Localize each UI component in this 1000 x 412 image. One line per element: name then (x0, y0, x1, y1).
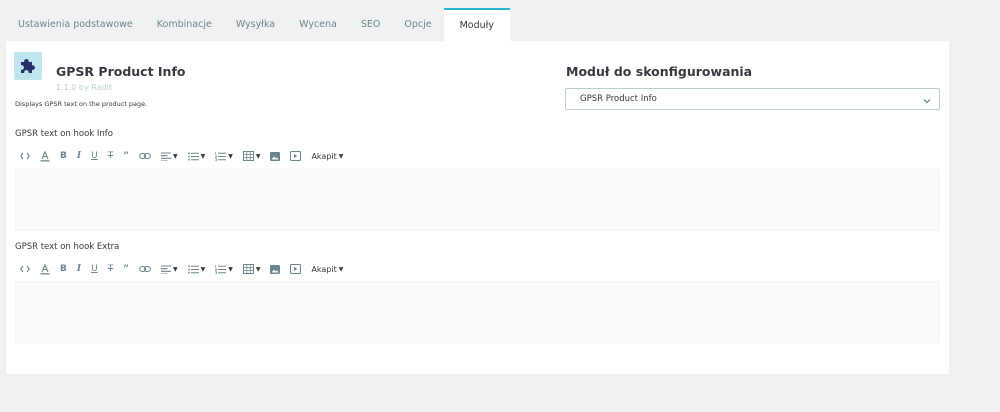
puzzle-icon (14, 52, 42, 80)
quote-icon[interactable]: ” (123, 261, 129, 277)
italic-icon[interactable]: I (77, 261, 81, 277)
tab-seo[interactable]: SEO (349, 8, 393, 41)
editor-info[interactable] (15, 168, 940, 231)
bold-icon[interactable]: B (60, 148, 67, 164)
link-icon[interactable] (139, 261, 151, 277)
table-icon[interactable]: ▼ (242, 261, 260, 277)
tab-shipping[interactable]: Wysyłka (224, 8, 287, 41)
bullet-list-icon[interactable]: ▼ (187, 261, 205, 277)
module-title: GPSR Product Info (56, 64, 186, 79)
media-icon[interactable] (290, 261, 302, 277)
strikethrough-icon[interactable]: T (108, 261, 114, 277)
image-icon[interactable] (270, 261, 281, 277)
module-description: Displays GPSR text on the product page. (15, 100, 148, 108)
editor-toolbar-info: B I U T ” ▼ ▼ ▼ ▼ Akapit ▼ (20, 148, 353, 164)
paragraph-format-label: Akapit (311, 151, 337, 161)
product-tabs: Ustawienia podstawowe Kombinacje Wysyłka… (6, 8, 510, 41)
tab-combinations[interactable]: Kombinacje (145, 8, 224, 41)
align-icon[interactable]: ▼ (160, 261, 178, 277)
tab-basic-settings[interactable]: Ustawienia podstawowe (6, 8, 145, 41)
module-version: 1.1.0 by Radit (56, 83, 112, 92)
media-icon[interactable] (290, 148, 302, 164)
module-select[interactable]: GPSR Product Info (565, 88, 940, 110)
bold-icon[interactable]: B (60, 261, 67, 277)
italic-icon[interactable]: I (77, 148, 81, 164)
bullet-list-icon[interactable]: ▼ (187, 148, 205, 164)
code-view-icon[interactable] (20, 261, 30, 277)
tab-pricing[interactable]: Wycena (287, 8, 349, 41)
paragraph-format-dropdown[interactable]: Akapit ▼ (311, 261, 343, 277)
image-icon[interactable] (270, 148, 281, 164)
modules-panel: GPSR Product Info 1.1.0 by Radit Display… (6, 41, 949, 374)
numbered-list-icon[interactable]: ▼ (215, 261, 233, 277)
paragraph-format-dropdown[interactable]: Akapit ▼ (311, 148, 343, 164)
module-select-value: GPSR Product Info (580, 94, 657, 104)
editor-toolbar-extra: B I U T ” ▼ ▼ ▼ ▼ Akapit ▼ (20, 261, 353, 277)
strikethrough-icon[interactable]: T (108, 148, 114, 164)
tab-modules[interactable]: Moduły (443, 8, 510, 41)
link-icon[interactable] (139, 148, 151, 164)
field-label-info: GPSR text on hook Info (15, 129, 113, 139)
align-icon[interactable]: ▼ (160, 148, 178, 164)
chevron-down-icon (922, 94, 932, 114)
configure-heading: Moduł do skonfigurowania (566, 64, 753, 79)
field-label-extra: GPSR text on hook Extra (15, 242, 120, 252)
code-view-icon[interactable] (20, 148, 30, 164)
underline-icon[interactable]: U (91, 148, 98, 164)
tab-options[interactable]: Opcje (392, 8, 443, 41)
table-icon[interactable]: ▼ (242, 148, 260, 164)
font-color-icon[interactable] (40, 261, 50, 277)
editor-extra[interactable] (15, 281, 940, 344)
paragraph-format-label: Akapit (311, 264, 337, 274)
numbered-list-icon[interactable]: ▼ (215, 148, 233, 164)
underline-icon[interactable]: U (91, 261, 98, 277)
quote-icon[interactable]: ” (123, 148, 129, 164)
font-color-icon[interactable] (40, 148, 50, 164)
